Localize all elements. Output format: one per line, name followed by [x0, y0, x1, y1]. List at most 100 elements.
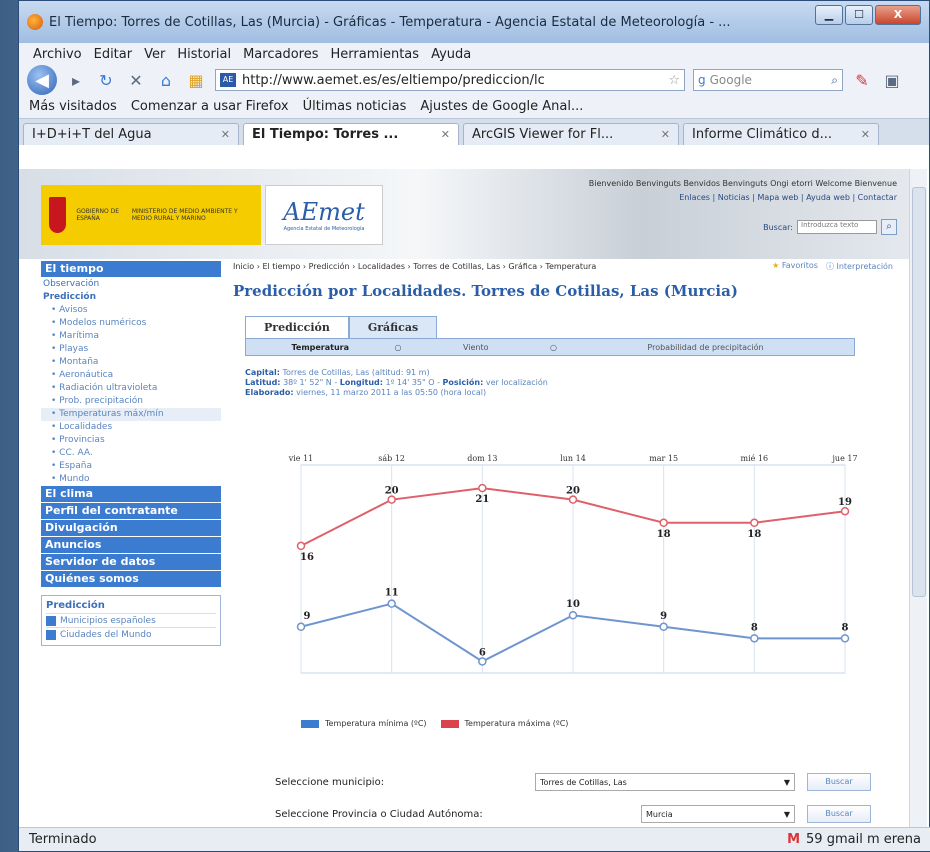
- sidebar-subitem[interactable]: • Aeronáutica: [41, 369, 221, 382]
- close-tab-icon[interactable]: ✕: [661, 128, 670, 141]
- sidebar-item-prediccion[interactable]: Predicción: [41, 291, 221, 304]
- back-icon[interactable]: ◀: [27, 65, 57, 95]
- page-tabs: Predicción Gráficas: [245, 316, 903, 338]
- data-point: [840, 506, 850, 516]
- tab-arcgis[interactable]: ArcGIS Viewer for Fl... ✕: [463, 123, 679, 145]
- tab-informe[interactable]: Informe Climático d... ✕: [683, 123, 879, 145]
- site-search-button-icon[interactable]: ⌕: [881, 219, 897, 235]
- address-bar[interactable]: AE http://www.aemet.es/es/eltiempo/predi…: [215, 69, 685, 91]
- addon-icon[interactable]: ▦: [185, 69, 207, 91]
- star-icon: ★: [772, 261, 780, 270]
- buscar-provincia-button[interactable]: Buscar: [807, 805, 871, 823]
- breadcrumb[interactable]: Inicio › El tiempo › Predicción › Locali…: [233, 261, 663, 272]
- buscar-municipio-button[interactable]: Buscar: [807, 773, 871, 791]
- aemet-logo[interactable]: AEmet Agencia Estatal de Meteorología: [265, 185, 383, 245]
- menu-marcadores[interactable]: Marcadores: [243, 47, 318, 62]
- data-label: 19: [838, 497, 852, 508]
- tab-strip: I+D+i+T del Agua ✕ El Tiempo: Torres ... ✕…: [19, 119, 929, 145]
- reload-icon[interactable]: ↻: [95, 69, 117, 91]
- tab-el-tiempo[interactable]: El Tiempo: Torres ... ✕: [243, 123, 459, 145]
- bookmark-ultimas-noticias[interactable]: Últimas noticias: [303, 99, 407, 114]
- favoritos-link[interactable]: ★ Favoritos: [772, 261, 818, 272]
- scrollbar-thumb[interactable]: [912, 187, 926, 597]
- vertical-scrollbar[interactable]: [909, 169, 927, 829]
- minimize-button[interactable]: ▁: [815, 5, 843, 25]
- panel-link-ciudades[interactable]: Ciudades del Mundo: [46, 627, 216, 641]
- tab-graficas[interactable]: Gráficas: [348, 316, 438, 338]
- sidebar-section-quienes[interactable]: Quiénes somos: [41, 571, 221, 587]
- provincia-row: Seleccione Provincia o Ciudad Autónoma: …: [275, 805, 871, 823]
- provincia-select[interactable]: Murcia ▼: [641, 805, 795, 823]
- data-point: [478, 657, 487, 666]
- sidebar-subitem[interactable]: • CC. AA.: [41, 447, 221, 460]
- bookmark-ajustes-google[interactable]: Ajustes de Google Anal...: [420, 99, 583, 114]
- tab-agua[interactable]: I+D+i+T del Agua ✕: [23, 123, 239, 145]
- sidebar-subitem[interactable]: • Temperaturas máx/mín: [41, 408, 221, 421]
- menu-ayuda[interactable]: Ayuda: [431, 47, 471, 62]
- sidebar-section-anuncios[interactable]: Anuncios: [41, 537, 221, 553]
- gmail-notifier[interactable]: 59 gmail m erena: [806, 832, 921, 847]
- site-search-label: Buscar:: [763, 222, 793, 232]
- sidebar-section-el-clima[interactable]: El clima: [41, 486, 221, 502]
- data-point: [387, 599, 396, 608]
- sidebar-subitem[interactable]: • Playas: [41, 343, 221, 356]
- maximize-button[interactable]: ☐: [845, 5, 873, 25]
- menu-historial[interactable]: Historial: [177, 47, 231, 62]
- menu-herramientas[interactable]: Herramientas: [331, 47, 420, 62]
- sidebar-subitem[interactable]: • Provincias: [41, 434, 221, 447]
- search-icon[interactable]: ⌕: [831, 73, 838, 88]
- top-links[interactable]: Enlaces | Noticias | Mapa web | Ayuda we…: [679, 193, 897, 202]
- sidebar-subitem[interactable]: • Mundo: [41, 473, 221, 486]
- bookmark-comenzar-firefox[interactable]: Comenzar a usar Firefox: [131, 99, 289, 114]
- lon-label: Longitud:: [339, 378, 383, 387]
- sidebar-subitem[interactable]: • Montaña: [41, 356, 221, 369]
- interpretacion-link[interactable]: ⓘ Interpretación: [826, 261, 893, 272]
- stop-icon[interactable]: ✕: [125, 69, 147, 91]
- subtab-viento[interactable]: Viento: [402, 343, 551, 352]
- navigation-bar: ◀ ▸ ↻ ✕ ⌂ ▦ AE http://www.aemet.es/es/el…: [19, 65, 929, 95]
- close-tab-icon[interactable]: ✕: [221, 128, 230, 141]
- browser-window: El Tiempo: Torres de Cotillas, Las (Murc…: [18, 0, 930, 852]
- ministry-text: MINISTERIO DE MEDIO AMBIENTE Y MEDIO RUR…: [131, 208, 238, 222]
- sidebar-subitem[interactable]: • Prob. precipitación: [41, 395, 221, 408]
- subtab-temperatura[interactable]: Temperatura: [246, 343, 395, 352]
- search-box[interactable]: g Google ⌕: [693, 69, 843, 91]
- menu-archivo[interactable]: Archivo: [33, 47, 82, 62]
- sidebar-subitem[interactable]: • España: [41, 460, 221, 473]
- sidebar-subitem[interactable]: • Localidades: [41, 421, 221, 434]
- bookmark-star-icon[interactable]: ☆: [668, 73, 680, 88]
- sidebar-subitem[interactable]: • Avisos: [41, 304, 221, 317]
- data-label: 6: [479, 647, 486, 658]
- close-tab-icon[interactable]: ✕: [441, 128, 450, 141]
- municipio-select[interactable]: Torres de Cotillas, Las ▼: [535, 773, 795, 791]
- sidebar-subitem[interactable]: • Modelos numéricos: [41, 317, 221, 330]
- sidebar-section-perfil[interactable]: Perfil del contratante: [41, 503, 221, 519]
- addon-red-icon[interactable]: ✎: [851, 69, 873, 91]
- data-point: [387, 495, 396, 504]
- close-button[interactable]: X: [875, 5, 921, 25]
- sidebar-item-observacion[interactable]: Observación: [41, 278, 221, 291]
- forward-icon[interactable]: ▸: [65, 69, 87, 91]
- subtab-precipitacion[interactable]: Probabilidad de precipitación: [557, 343, 854, 352]
- sidebar-section-divulgacion[interactable]: Divulgación: [41, 520, 221, 536]
- category-label: lun 14: [560, 454, 586, 463]
- addon-grey-icon[interactable]: ▣: [881, 69, 903, 91]
- data-label: 21: [475, 494, 489, 505]
- tab-prediccion[interactable]: Predicción: [245, 316, 349, 338]
- bookmark-mas-visitados[interactable]: Más visitados: [29, 99, 117, 114]
- panel-link-municipios[interactable]: Municipios españoles: [46, 613, 216, 627]
- sidebar-section-servidor[interactable]: Servidor de datos: [41, 554, 221, 570]
- sidebar-subitem[interactable]: • Marítima: [41, 330, 221, 343]
- data-label: 9: [660, 611, 667, 622]
- pos-link[interactable]: ver localización: [486, 378, 548, 387]
- graph-subtabs: Temperatura ○ Viento ○ Probabilidad de p…: [245, 338, 855, 356]
- sidebar-section-el-tiempo[interactable]: El tiempo: [41, 261, 221, 277]
- close-tab-icon[interactable]: ✕: [861, 128, 870, 141]
- sidebar-subitem[interactable]: • Radiación ultravioleta: [41, 382, 221, 395]
- menu-ver[interactable]: Ver: [144, 47, 165, 62]
- url-text: http://www.aemet.es/es/eltiempo/predicci…: [242, 72, 545, 88]
- home-icon[interactable]: ⌂: [155, 69, 177, 91]
- site-search-input[interactable]: Introduzca texto: [797, 220, 877, 234]
- panel-link-label: Municipios españoles: [60, 615, 156, 626]
- menu-editar[interactable]: Editar: [94, 47, 133, 62]
